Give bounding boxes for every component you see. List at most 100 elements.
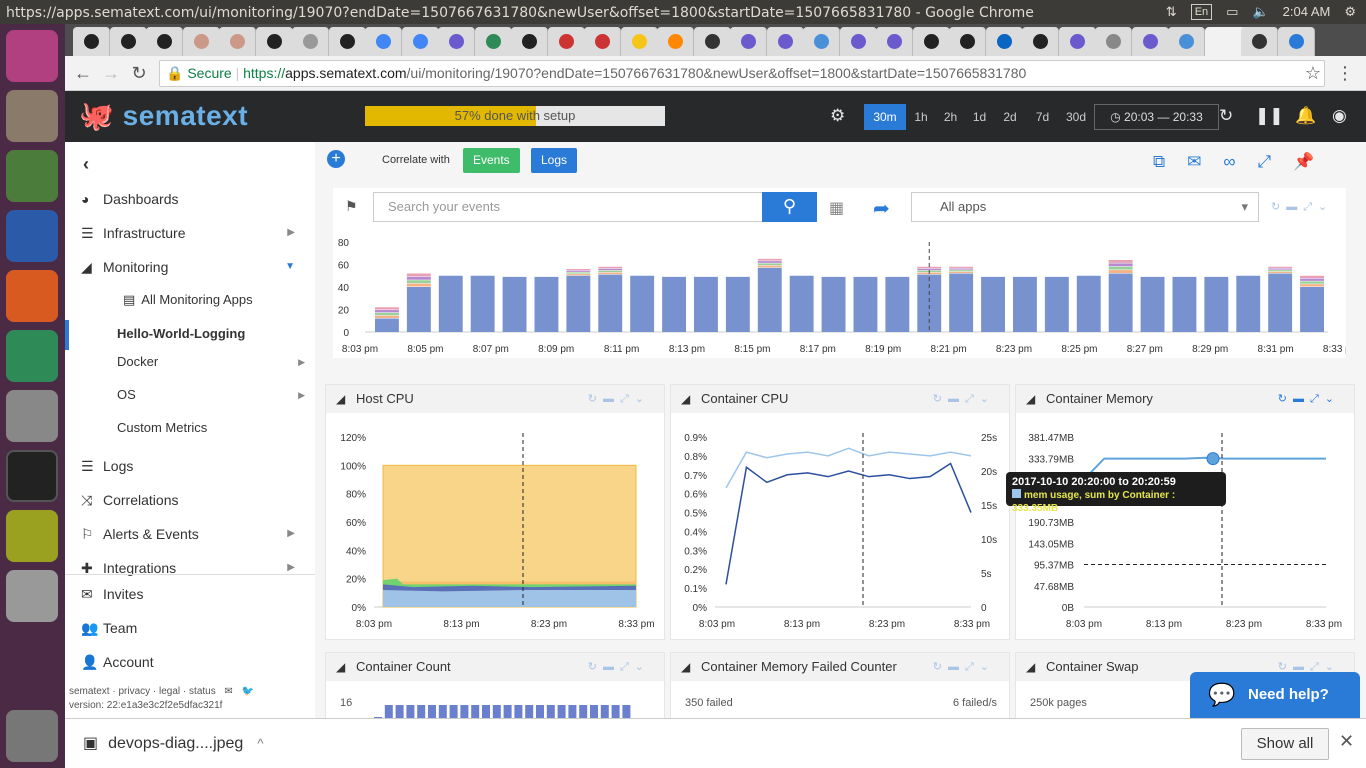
- sidebar-item-infrastructure[interactable]: ☰ Infrastructure ▶: [81, 221, 305, 245]
- sidebar-item-alerts-events[interactable]: ⚐ Alerts & Events ▶: [81, 522, 305, 546]
- grid-icon[interactable]: ▦: [829, 198, 844, 218]
- panel-controls[interactable]: ↻▬⤢⌄: [1278, 385, 1340, 413]
- bell-icon[interactable]: 🔔: [1295, 106, 1316, 126]
- browser-tab[interactable]: [1058, 27, 1096, 56]
- ubuntu-dash-icon[interactable]: [6, 30, 58, 82]
- sematext-logo[interactable]: 🐙 sematext: [79, 99, 248, 132]
- browser-tab[interactable]: [328, 27, 366, 56]
- reload-icon[interactable]: ↻: [127, 62, 151, 86]
- firefox-icon[interactable]: [6, 210, 58, 262]
- back-icon[interactable]: ←: [71, 62, 95, 86]
- browser-tab[interactable]: [547, 27, 585, 56]
- sidebar-item-invites[interactable]: ✉ Invites: [81, 582, 305, 606]
- panel-controls[interactable]: ↻▬⤢⌄: [588, 653, 650, 681]
- forward-icon[interactable]: →: [99, 62, 123, 86]
- disk-icon[interactable]: [6, 570, 58, 622]
- sidebar-item-logs[interactable]: ☰ Logs: [81, 454, 305, 478]
- cubes-icon[interactable]: ⧉: [1153, 152, 1187, 171]
- browser-tab[interactable]: [693, 27, 731, 56]
- url-input[interactable]: 🔒 Secure | https://apps.sematext.com/ui/…: [159, 60, 1325, 87]
- events-button[interactable]: Events: [463, 148, 520, 173]
- browser-tab[interactable]: [839, 27, 877, 56]
- panel-controls[interactable]: ↻▬⤢⌄: [1271, 200, 1333, 214]
- browser-tab[interactable]: [985, 27, 1023, 56]
- setup-progress[interactable]: 57% done with setup: [365, 106, 665, 126]
- sidebar-item-integrations[interactable]: ✚ Integrations ▶: [81, 556, 305, 580]
- browser-tab[interactable]: [146, 27, 183, 56]
- time-button-30m[interactable]: 30m: [864, 104, 906, 130]
- browser-tab[interactable]: [401, 27, 439, 56]
- keyboard-indicator[interactable]: En: [1190, 4, 1213, 20]
- search-input[interactable]: Search your events: [373, 192, 763, 222]
- battery-icon[interactable]: ▭: [1226, 0, 1238, 24]
- browser-tab[interactable]: [219, 27, 256, 56]
- trash-icon[interactable]: [6, 710, 58, 762]
- time-button-1h[interactable]: 1h: [906, 104, 936, 130]
- search-icon[interactable]: ⚲: [762, 192, 817, 222]
- browser-tab[interactable]: [584, 27, 621, 56]
- browser-tab[interactable]: [803, 27, 840, 56]
- time-button-30d[interactable]: 30d: [1059, 104, 1093, 130]
- browser-tab[interactable]: [182, 27, 220, 56]
- pause-icon[interactable]: ❚❚: [1255, 106, 1284, 126]
- sidebar-item-correlations[interactable]: ⤨ Correlations: [81, 488, 305, 512]
- system-settings-icon[interactable]: [6, 390, 58, 442]
- sidebar-item-custom-metrics[interactable]: Custom Metrics: [117, 420, 305, 435]
- browser-tab[interactable]: [511, 27, 548, 56]
- chrome-menu-icon[interactable]: ⋮: [1333, 62, 1357, 86]
- download-item[interactable]: ▣ devops-diag....jpeg ^: [83, 733, 263, 753]
- browser-tab[interactable]: [620, 27, 658, 56]
- refresh-icon[interactable]: ↻: [1219, 106, 1233, 126]
- browser-tab[interactable]: [474, 27, 512, 56]
- files-icon[interactable]: [6, 90, 58, 142]
- panel-controls[interactable]: ↻▬⤢⌄: [933, 653, 995, 681]
- sidebar-item-account[interactable]: 👤 Account: [81, 650, 305, 674]
- software-center-icon[interactable]: [6, 270, 58, 322]
- browser-tab[interactable]: [365, 27, 402, 56]
- browser-tab[interactable]: [438, 27, 475, 56]
- time-button-7d[interactable]: 7d: [1026, 104, 1059, 130]
- system-monitor-icon[interactable]: [6, 510, 58, 562]
- share-icon[interactable]: ➦: [873, 196, 890, 221]
- collapse-sidebar-icon[interactable]: ‹: [83, 152, 89, 176]
- time-button-1d[interactable]: 1d: [965, 104, 994, 130]
- mail-icon[interactable]: ✉: [1187, 152, 1223, 171]
- link-icon[interactable]: ∞: [1223, 152, 1257, 171]
- browser-tab[interactable]: [1022, 27, 1059, 56]
- sidebar-item-all-monitoring-apps[interactable]: ▤ All Monitoring Apps: [123, 292, 253, 308]
- network-icon[interactable]: ⇅: [1166, 0, 1177, 24]
- time-button-2d[interactable]: 2d: [994, 104, 1026, 130]
- logs-button[interactable]: Logs: [531, 148, 578, 173]
- need-help-button[interactable]: 💬 Need help?: [1190, 672, 1360, 718]
- sidebar-item-os[interactable]: OS ▶: [117, 387, 305, 402]
- chrome-icon[interactable]: [6, 150, 58, 202]
- bookmark-star-icon[interactable]: ☆: [1301, 62, 1325, 86]
- sidebar-item-monitoring[interactable]: ◢ Monitoring ▼: [81, 255, 305, 279]
- footer-links[interactable]: sematext · privacy · legal · status: [69, 686, 216, 697]
- clock[interactable]: 2:04 AM: [1283, 0, 1331, 24]
- browser-tab[interactable]: [1095, 27, 1132, 56]
- browser-tab[interactable]: [730, 27, 767, 56]
- gears-icon[interactable]: ⚙: [830, 106, 845, 126]
- browser-tab[interactable]: [949, 27, 986, 56]
- browser-tab[interactable]: [657, 27, 694, 56]
- chevron-up-icon[interactable]: ^: [257, 736, 263, 751]
- browser-tab[interactable]: [255, 27, 293, 56]
- browser-tab[interactable]: [912, 27, 950, 56]
- sidebar-item-dashboards[interactable]: ◕ Dashboards: [81, 187, 305, 211]
- browser-tab[interactable]: [1168, 27, 1205, 56]
- time-range-picker[interactable]: ◷ 20:03 — 20:33: [1094, 104, 1219, 130]
- browser-tab[interactable]: [876, 27, 913, 56]
- sidebar-item-docker[interactable]: Docker ▶: [117, 354, 305, 369]
- app-select[interactable]: All apps ▾: [911, 192, 1259, 222]
- close-icon[interactable]: ✕: [1339, 731, 1354, 752]
- browser-tab[interactable]: [766, 27, 804, 56]
- sidebar-item-team[interactable]: 👥 Team: [81, 616, 305, 640]
- browser-tab[interactable]: [292, 27, 329, 56]
- panel-controls[interactable]: ↻▬⤢⌄: [588, 385, 650, 413]
- browser-tab[interactable]: [73, 27, 110, 56]
- envelope-icon[interactable]: ✉: [225, 686, 233, 697]
- browser-tab[interactable]: [1277, 27, 1315, 56]
- time-button-2h[interactable]: 2h: [936, 104, 965, 130]
- atom-icon[interactable]: [6, 330, 58, 382]
